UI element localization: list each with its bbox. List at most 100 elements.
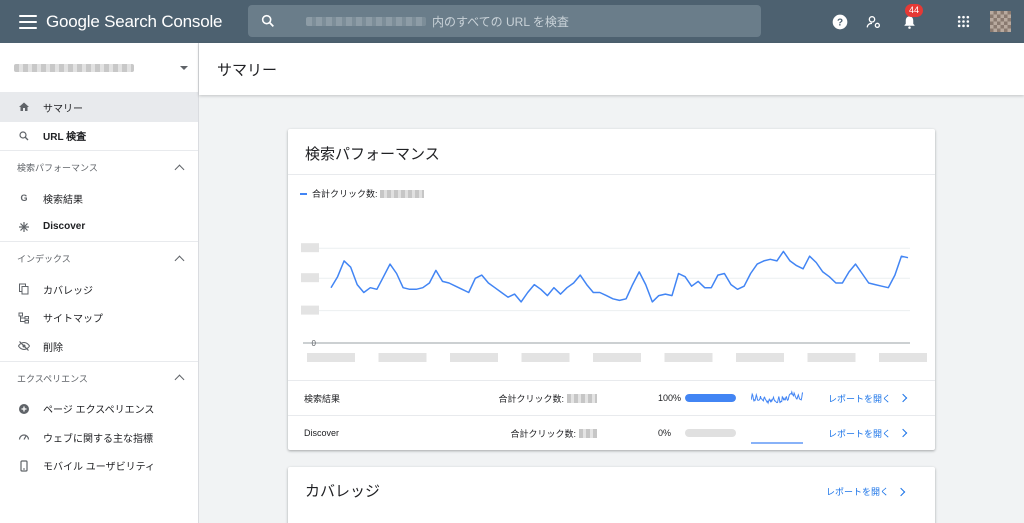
section-title: インデックス xyxy=(17,254,71,264)
sidebar-item[interactable]: モバイル ユーザビリティ xyxy=(0,452,198,481)
user-settings-icon[interactable] xyxy=(865,13,883,31)
open-report-link[interactable]: レポートを開く xyxy=(828,392,908,405)
sidebar-item-label: モバイル ユーザビリティ xyxy=(43,462,155,474)
redacted-x-tick xyxy=(593,353,641,362)
row-sparkline-flat xyxy=(751,442,803,444)
svg-text:G: G xyxy=(20,193,27,203)
row-name: 検索結果 xyxy=(304,393,341,404)
sidebar-item[interactable]: ページ エクスペリエンス xyxy=(0,395,198,424)
sidebar-section-experience: エクスペリエンスページ エクスペリエンスウェブに関する主な指標モバイル ユーザビ… xyxy=(0,360,198,481)
google-g-icon: G xyxy=(18,192,30,204)
performance-row-search[interactable]: 検索結果 合計クリック数: 100% レポートを開く xyxy=(288,380,935,415)
sidebar-item-url-inspection[interactable]: URL 検査 xyxy=(0,122,198,151)
chevron-right-icon xyxy=(898,393,908,403)
redacted-x-tick xyxy=(879,353,927,362)
performance-row-discover[interactable]: Discover 合計クリック数: 0% レポートを開く xyxy=(288,415,935,450)
help-icon[interactable]: ? xyxy=(831,13,849,31)
sidebar-item[interactable]: 削除 xyxy=(0,332,198,361)
chevron-up-icon xyxy=(174,255,185,265)
sidebar-item-label: URL 検査 xyxy=(43,132,87,144)
avatar[interactable] xyxy=(990,11,1011,32)
redacted-x-tick xyxy=(521,353,570,362)
apps-grid-icon[interactable] xyxy=(954,13,972,31)
sidebar-section-header[interactable]: インデックス xyxy=(0,242,198,275)
notifications-icon[interactable]: 44 xyxy=(900,3,924,31)
row-clicks: 合計クリック数: xyxy=(498,392,597,405)
sidebar-item[interactable]: G 検索結果 xyxy=(0,184,198,213)
clicks-series-line xyxy=(330,250,909,303)
chevron-right-icon xyxy=(896,487,906,496)
redacted-x-tick xyxy=(450,353,498,362)
section-title: エクスペリエンス xyxy=(17,373,88,384)
redacted-y-tick xyxy=(301,243,319,253)
row-clicks: 合計クリック数: xyxy=(510,427,597,440)
row-name: Discover xyxy=(304,428,340,438)
redacted-x-tick xyxy=(807,353,856,362)
open-report-label: レポートを開く xyxy=(828,428,892,439)
sidebar-item-label: Discover xyxy=(43,221,86,233)
property-selector[interactable] xyxy=(0,43,198,93)
sidebar: サマリー URL 検査 検索パフォーマンス G 検索結果 Discover インデックスカ… xyxy=(0,43,199,523)
sidebar-item-label: ページ エクスペリエンス xyxy=(43,405,155,417)
gauge-icon xyxy=(18,431,30,443)
chevron-up-icon xyxy=(174,164,185,174)
open-report-link[interactable]: レポートを開く xyxy=(826,485,906,498)
sidebar-item[interactable]: カバレッジ xyxy=(0,275,198,304)
row-clicks-label: 合計クリック数: xyxy=(498,393,564,404)
search-bar[interactable]: 内のすべての URL を検査 xyxy=(248,5,761,37)
row-percent: 100% xyxy=(658,393,682,403)
svg-text:?: ? xyxy=(837,17,843,28)
sidebar-section-search-performance: 検索パフォーマンス G 検索結果 Discover xyxy=(0,150,198,241)
chevron-right-icon xyxy=(898,428,908,438)
eye-off-icon xyxy=(18,340,30,352)
y-tick-label: 0 xyxy=(312,339,317,348)
section-title: 検索パフォーマンス xyxy=(17,163,98,173)
redacted-x-tick xyxy=(307,353,355,362)
redacted-x-tick xyxy=(664,353,713,362)
redacted-property xyxy=(306,16,426,26)
coverage-card-title: カバレッジ xyxy=(305,483,381,500)
search-icon xyxy=(18,130,30,142)
sidebar-section-index: インデックスカバレッジサイトマップ削除 xyxy=(0,241,198,361)
sidebar-item-summary[interactable]: サマリー xyxy=(0,93,198,122)
redacted-clicks xyxy=(567,393,597,403)
performance-card-title: 検索パフォーマンス xyxy=(305,146,440,163)
redacted-x-tick xyxy=(378,353,427,362)
redacted-y-tick xyxy=(301,305,319,315)
sidebar-section-header[interactable]: エクスペリエンス xyxy=(0,362,198,395)
row-percent: 0% xyxy=(658,428,672,438)
performance-card: 検索パフォーマンス 合計クリック数: 0 検索結果 合計クリック数: 100% … xyxy=(288,129,935,450)
page-title: サマリー xyxy=(199,43,1024,95)
row-share-bar xyxy=(685,394,736,402)
notification-badge: 44 xyxy=(905,3,924,17)
sidebar-item-label: 削除 xyxy=(43,342,63,354)
row-share-fill xyxy=(685,394,736,402)
chevron-up-icon xyxy=(174,374,185,385)
redacted-property-name xyxy=(14,63,134,72)
row-share-bar xyxy=(685,429,736,437)
clicks-line-chart: 0 xyxy=(301,243,927,362)
sidebar-item[interactable]: Discover xyxy=(0,213,198,242)
open-report-label: レポートを開く xyxy=(828,393,892,404)
asterisk-icon xyxy=(18,221,30,233)
sidebar-item-label: カバレッジ xyxy=(43,285,93,297)
sidebar-section-header[interactable]: 検索パフォーマンス xyxy=(0,151,198,184)
search-icon xyxy=(261,14,274,27)
sidebar-item-label: 検索結果 xyxy=(43,194,83,206)
app-brand[interactable]: Google Search Console xyxy=(46,12,223,32)
dropdown-caret-icon xyxy=(180,65,188,70)
legend-swatch xyxy=(300,192,307,195)
open-report-link[interactable]: レポートを開く xyxy=(828,427,908,440)
sitemap-icon xyxy=(18,312,30,324)
sidebar-item[interactable]: サイトマップ xyxy=(0,304,198,333)
sidebar-item-label: サマリー xyxy=(43,103,83,115)
chart-legend: 合計クリック数: xyxy=(300,187,424,200)
sidebar-item[interactable]: ウェブに関する主な指標 xyxy=(0,423,198,452)
redacted-x-tick xyxy=(736,353,784,362)
open-report-label: レポートを開く xyxy=(826,487,890,497)
search-placeholder: 内のすべての URL を検査 xyxy=(432,14,569,29)
legend-label: 合計クリック数: xyxy=(312,189,378,199)
redacted-total xyxy=(379,189,424,198)
menu-icon[interactable] xyxy=(19,14,37,29)
phone-icon xyxy=(18,460,30,472)
